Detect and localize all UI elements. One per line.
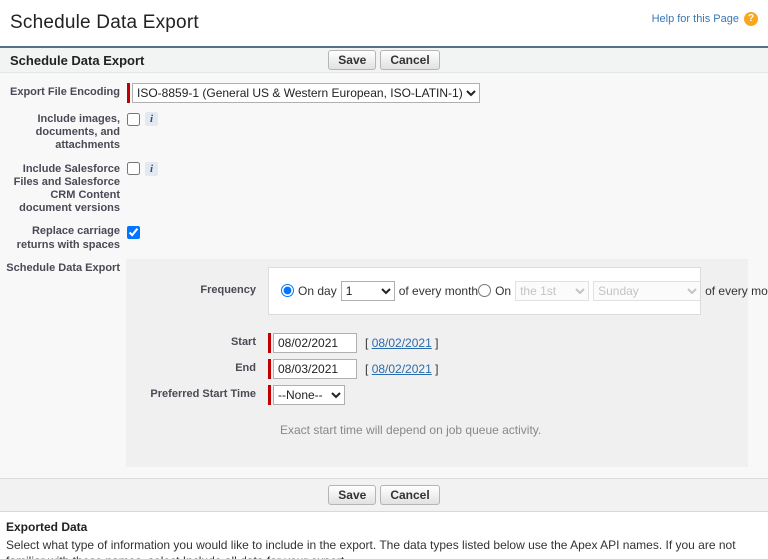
monthly-weekday-suffix: of every month <box>705 283 768 298</box>
day-of-month-select[interactable]: 1 <box>340 280 395 301</box>
week-ordinal-select[interactable]: the 1st <box>515 280 590 301</box>
cancel-button[interactable]: Cancel <box>380 50 440 70</box>
monthly-weekday-prefix: On <box>495 283 512 298</box>
replace-carriage-returns-label: Replace carriage returns with spaces <box>16 225 120 251</box>
section-header: Save Cancel Schedule Data Export <box>0 46 768 73</box>
top-title-bar: Schedule Data Export Help for this Page … <box>0 0 768 40</box>
monthly-day-option: On day 1 of every month <box>281 280 479 301</box>
replace-carriage-returns-checkbox[interactable] <box>127 226 140 240</box>
frequency-options-box: On day 1 of every month On the 1st Sunda… <box>268 266 768 315</box>
monthly-day-prefix: On day <box>298 283 337 298</box>
save-button-bottom[interactable]: Save <box>328 484 377 505</box>
monthly-day-radio[interactable] <box>281 284 294 298</box>
start-date-input[interactable] <box>273 332 357 353</box>
include-salesforce-files-label: Include Salesforce Files and Salesforce … <box>13 162 120 215</box>
bottom-button-group: Save Cancel <box>0 477 768 512</box>
start-date-row: Start [ 08/02/2021 ] <box>126 332 748 353</box>
required-bar <box>127 83 130 103</box>
exported-data-section: Exported Data Select what type of inform… <box>0 512 768 559</box>
schedule-data-export-block: Save Cancel Schedule Data Export Export … <box>0 46 768 512</box>
end-date-today-link: [ 08/02/2021 ] <box>365 361 439 376</box>
frequency-row: Frequency On day 1 of every month On the… <box>126 266 768 315</box>
schedule-data-export-label: Schedule Data Export <box>6 261 120 274</box>
export-file-encoding-label: Export File Encoding <box>9 86 120 98</box>
monthly-weekday-radio[interactable] <box>478 284 492 298</box>
required-bar <box>268 332 271 353</box>
preferred-start-time-row: Preferred Start Time --None-- <box>126 384 748 405</box>
help-area: Help for this Page ? <box>652 12 758 26</box>
info-icon[interactable]: i <box>145 112 158 126</box>
start-date-link[interactable]: 08/02/2021 <box>372 336 432 350</box>
schedule-data-export-row: Schedule Data Export Frequency On day 1 … <box>0 258 768 467</box>
include-images-checkbox[interactable] <box>127 112 140 126</box>
help-for-this-page-link[interactable]: Help for this Page <box>652 13 739 25</box>
exported-data-title: Exported Data <box>6 519 88 534</box>
export-file-encoding-row: Export File Encoding ISO-8859-1 (General… <box>0 83 768 103</box>
required-bar <box>268 384 271 405</box>
monthly-weekday-option: On the 1st Sunday of every month <box>478 280 768 301</box>
cancel-button-bottom[interactable]: Cancel <box>380 484 440 505</box>
page-title: Schedule Data Export <box>10 12 199 33</box>
help-question-icon[interactable]: ? <box>744 12 758 26</box>
include-images-row: Include images, documents, and attachmen… <box>0 110 768 153</box>
include-images-label: Include images, documents, and attachmen… <box>35 113 120 152</box>
form-body: Export File Encoding ISO-8859-1 (General… <box>0 73 768 478</box>
start-date-today-link: [ 08/02/2021 ] <box>365 335 439 350</box>
end-date-row: End [ 08/02/2021 ] <box>126 358 748 379</box>
required-bar <box>268 358 271 379</box>
job-queue-note: Exact start time will depend on job queu… <box>280 422 542 437</box>
schedule-panel: Frequency On day 1 of every month On the… <box>126 258 768 467</box>
preferred-start-time-label: Preferred Start Time <box>150 388 256 401</box>
start-label: Start <box>230 336 256 349</box>
include-salesforce-files-row: Include Salesforce Files and Salesforce … <box>0 160 768 216</box>
include-salesforce-files-checkbox[interactable] <box>127 162 140 176</box>
preferred-start-time-select[interactable]: --None-- <box>273 384 345 405</box>
end-date-link[interactable]: 08/02/2021 <box>372 362 432 376</box>
frequency-label: Frequency <box>200 284 256 297</box>
exported-data-description: Select what type of information you woul… <box>6 537 736 559</box>
section-title: Schedule Data Export <box>10 52 145 68</box>
monthly-day-suffix: of every month <box>398 283 479 298</box>
weekday-select[interactable]: Sunday <box>593 280 702 301</box>
info-icon[interactable]: i <box>145 161 158 176</box>
end-label: End <box>235 362 256 375</box>
replace-carriage-returns-row: Replace carriage returns with spaces <box>0 222 768 251</box>
export-file-encoding-select[interactable]: ISO-8859-1 (General US & Western Europea… <box>132 83 480 103</box>
end-date-input[interactable] <box>273 358 357 379</box>
save-button[interactable]: Save <box>328 50 377 70</box>
